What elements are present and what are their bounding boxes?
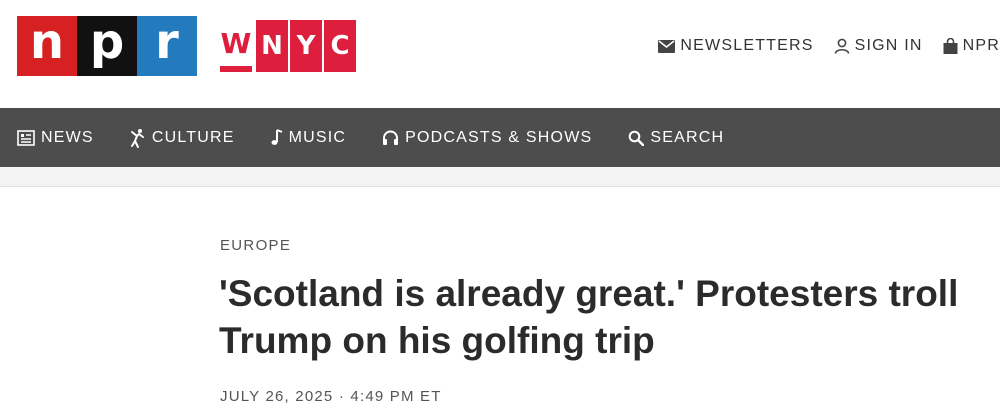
nav-subbar	[0, 167, 1000, 187]
nav-culture-label: CULTURE	[151, 128, 235, 146]
nav-music-label: MUSIC	[288, 128, 347, 146]
nav-search[interactable]: SEARCH	[628, 129, 724, 147]
nav-music[interactable]: MUSIC	[271, 129, 347, 147]
npr-logo-p: p	[77, 16, 137, 76]
nav-podcasts-label: PODCASTS & SHOWS	[405, 128, 593, 146]
nav-culture[interactable]: CULTURE	[130, 128, 235, 148]
envelope-icon	[658, 39, 676, 53]
nav-news-label: NEWS	[41, 128, 94, 146]
search-icon	[629, 130, 645, 146]
npr-shop-label: NPR	[962, 37, 1000, 54]
utility-links: NEWSLETTERS SIGN IN NPR	[638, 34, 1000, 58]
article-section-slug[interactable]: EUROPE	[220, 237, 291, 254]
npr-logo-r: r	[137, 16, 197, 76]
npr-logo[interactable]: n p r	[17, 16, 197, 76]
station-logo-w: W	[220, 20, 252, 72]
news-icon	[17, 129, 35, 146]
nav-news[interactable]: NEWS	[17, 129, 94, 147]
station-logo-y: Y	[290, 20, 322, 72]
music-note-icon	[271, 129, 282, 145]
station-logo-n: N	[256, 20, 288, 72]
npr-logo-n: n	[17, 16, 77, 76]
dateline-separator: ·	[338, 388, 346, 405]
newsletters-label: NEWSLETTERS	[680, 37, 814, 54]
newsletters-link[interactable]: NEWSLETTERS	[658, 37, 813, 55]
main-nav: NEWS CULTURE MUSIC PODCASTS & SHOWS SEAR…	[0, 108, 1000, 167]
bag-icon	[943, 38, 958, 54]
nav-search-label: SEARCH	[650, 128, 725, 146]
person-icon	[834, 38, 849, 54]
station-logo[interactable]: W N Y C	[220, 20, 356, 72]
site-header: n p r W N Y C NEWSLETTERS SIGN IN NPR	[0, 0, 1000, 108]
article-headline: 'Scotland is already great.' Protesters …	[219, 273, 959, 361]
headphones-icon	[383, 130, 399, 145]
sign-in-label: SIGN IN	[854, 37, 923, 54]
station-logo-c: C	[324, 20, 356, 72]
article-dateline: JULY 26, 2025 · 4:49 PM ET	[220, 388, 442, 405]
article-date: JULY 26, 2025	[220, 388, 334, 405]
npr-shop-link[interactable]: NPR	[943, 37, 1000, 55]
sign-in-link[interactable]: SIGN IN	[834, 37, 923, 55]
article-time: 4:49 PM ET	[350, 388, 442, 405]
nav-podcasts[interactable]: PODCASTS & SHOWS	[382, 129, 592, 147]
culture-icon	[130, 128, 144, 148]
